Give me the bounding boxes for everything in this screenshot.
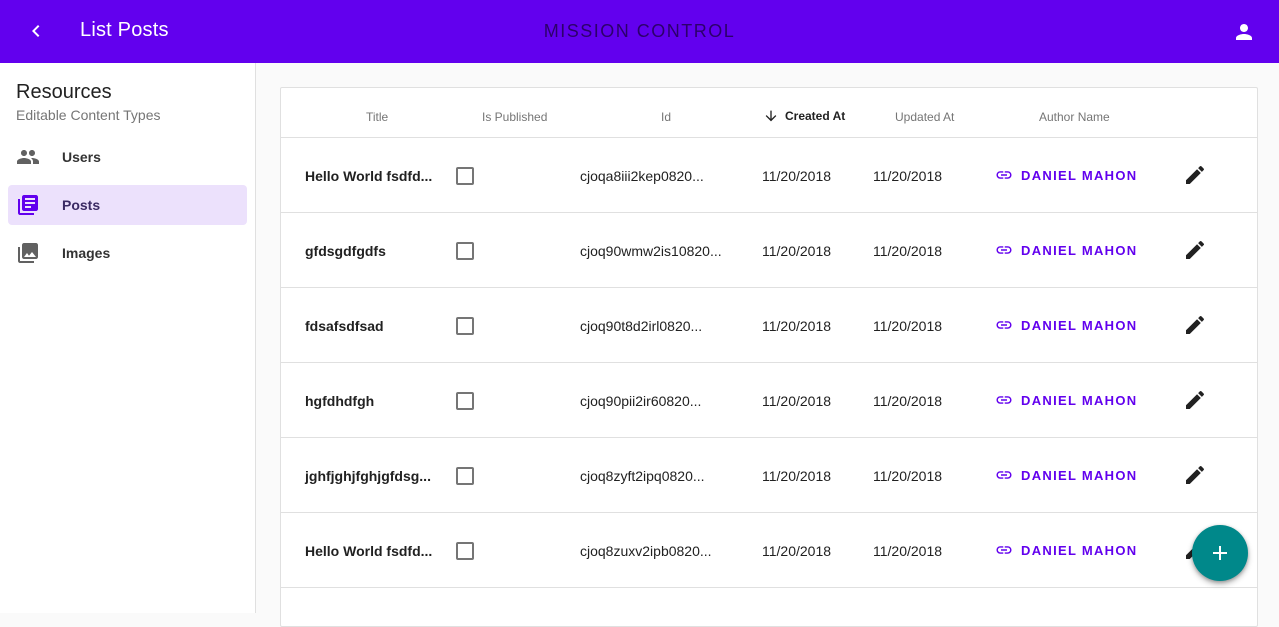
cell-title: jghfjghjfghjgfdsg... <box>305 468 431 484</box>
link-icon <box>996 246 1012 254</box>
author-link[interactable]: DANIEL MAHON <box>995 241 1137 259</box>
author-link[interactable]: DANIEL MAHON <box>995 466 1137 484</box>
cell-updated-at: 11/20/2018 <box>873 468 943 484</box>
cell-id: cjoqa8iii2kep0820... <box>580 168 704 184</box>
author-link[interactable]: DANIEL MAHON <box>995 166 1137 184</box>
pencil-icon <box>1186 240 1204 259</box>
published-checkbox[interactable] <box>456 392 474 410</box>
pencil-icon <box>1186 165 1204 184</box>
sidebar-item-posts[interactable]: Posts <box>8 185 247 225</box>
pencil-icon <box>1186 390 1204 409</box>
column-header-label: Created At <box>785 109 846 123</box>
cell-created-at: 11/20/2018 <box>762 468 832 484</box>
edit-button[interactable] <box>1183 163 1207 187</box>
published-checkbox[interactable] <box>456 542 474 560</box>
cell-title: Hello World fsdfd... <box>305 543 433 559</box>
photo-library-icon <box>16 241 40 265</box>
link-icon <box>996 396 1012 404</box>
posts-table: Title Is Published Id Created At Updated… <box>280 87 1258 627</box>
brand-title: MISSION CONTROL <box>543 21 736 41</box>
author-link[interactable]: DANIEL MAHON <box>995 316 1137 334</box>
table-row[interactable]: Hello World fsdfd... cjoq8zuxv2ipb0820..… <box>281 513 1257 588</box>
edit-button[interactable] <box>1183 238 1207 262</box>
column-header-id[interactable]: Id <box>661 110 671 124</box>
cell-title: gfdsgdfgdfs <box>305 243 386 259</box>
app-bar: List Posts MISSION CONTROL <box>0 0 1279 63</box>
sidebar-item-images[interactable]: Images <box>8 233 247 273</box>
cell-title: fdsafsdfsad <box>305 318 384 334</box>
cell-id: cjoq90wmw2is10820... <box>580 243 722 259</box>
person-icon <box>1236 24 1252 40</box>
cell-created-at: 11/20/2018 <box>762 393 832 409</box>
column-header-created-at[interactable]: Created At <box>763 108 845 124</box>
pencil-icon <box>1186 315 1204 334</box>
author-link[interactable]: DANIEL MAHON <box>995 391 1137 409</box>
author-name: DANIEL MAHON <box>1021 392 1138 408</box>
cell-created-at: 11/20/2018 <box>762 543 832 559</box>
add-icon <box>1213 546 1227 560</box>
sidebar-title: Resources <box>16 81 112 103</box>
column-header-updated-at[interactable]: Updated At <box>895 110 954 124</box>
cell-created-at: 11/20/2018 <box>762 318 832 334</box>
cell-id: cjoq90t8d2irl0820... <box>580 318 703 334</box>
people-icon <box>16 145 40 169</box>
sidebar-subtitle: Editable Content Types <box>16 107 161 123</box>
author-name: DANIEL MAHON <box>1021 467 1138 483</box>
author-name: DANIEL MAHON <box>1021 317 1138 333</box>
arrow-down-icon <box>763 108 779 124</box>
sidebar-item-label: Images <box>62 245 111 261</box>
cell-title: hgfdhdfgh <box>305 393 375 409</box>
cell-updated-at: 11/20/2018 <box>873 318 943 334</box>
edit-button[interactable] <box>1183 388 1207 412</box>
cell-updated-at: 11/20/2018 <box>873 393 943 409</box>
add-post-button[interactable] <box>1192 525 1248 581</box>
link-icon <box>996 321 1012 329</box>
published-checkbox[interactable] <box>456 317 474 335</box>
account-button[interactable] <box>1229 17 1259 47</box>
pencil-icon <box>1186 465 1204 484</box>
published-checkbox[interactable] <box>456 467 474 485</box>
sidebar-item-label: Posts <box>62 197 101 213</box>
table-row[interactable]: jghfjghjfghjgfdsg... cjoq8zyft2ipq0820..… <box>281 438 1257 513</box>
column-header-title[interactable]: Title <box>366 110 388 124</box>
edit-button[interactable] <box>1183 313 1207 337</box>
table-row[interactable]: fdsafsdfsad cjoq90t8d2irl0820... 11/20/2… <box>281 288 1257 363</box>
edit-button[interactable] <box>1183 463 1207 487</box>
cell-id: cjoq8zuxv2ipb0820... <box>580 543 712 559</box>
column-header-is-published[interactable]: Is Published <box>482 110 547 124</box>
cell-updated-at: 11/20/2018 <box>873 243 943 259</box>
cell-id: cjoq8zyft2ipq0820... <box>580 468 705 484</box>
sidebar: Resources Editable Content Types Users P… <box>0 63 256 613</box>
cell-title: Hello World fsdfd... <box>305 168 433 184</box>
link-icon <box>996 471 1012 479</box>
author-name: DANIEL MAHON <box>1021 167 1138 183</box>
cell-updated-at: 11/20/2018 <box>873 168 943 184</box>
sidebar-item-label: Users <box>62 149 101 165</box>
link-icon <box>996 546 1012 554</box>
author-name: DANIEL MAHON <box>1021 242 1138 258</box>
table-row[interactable]: gfdsgdfgdfs cjoq90wmw2is10820... 11/20/2… <box>281 213 1257 288</box>
table-header: Title Is Published Id Created At Updated… <box>281 88 1257 138</box>
cell-created-at: 11/20/2018 <box>762 243 832 259</box>
table-row[interactable]: hgfdhdfgh cjoq90pii2ir60820... 11/20/201… <box>281 363 1257 438</box>
cell-updated-at: 11/20/2018 <box>873 543 943 559</box>
cell-id: cjoq90pii2ir60820... <box>580 393 702 409</box>
library-books-icon <box>16 193 40 217</box>
author-link[interactable]: DANIEL MAHON <box>995 541 1137 559</box>
table-row[interactable]: Hello World fsdfd... cjoqa8iii2kep0820..… <box>281 138 1257 213</box>
cell-created-at: 11/20/2018 <box>762 168 832 184</box>
published-checkbox[interactable] <box>456 242 474 260</box>
published-checkbox[interactable] <box>456 167 474 185</box>
link-icon <box>996 171 1012 179</box>
sidebar-item-users[interactable]: Users <box>8 137 247 177</box>
author-name: DANIEL MAHON <box>1021 542 1138 558</box>
column-header-author-name[interactable]: Author Name <box>1039 110 1110 124</box>
